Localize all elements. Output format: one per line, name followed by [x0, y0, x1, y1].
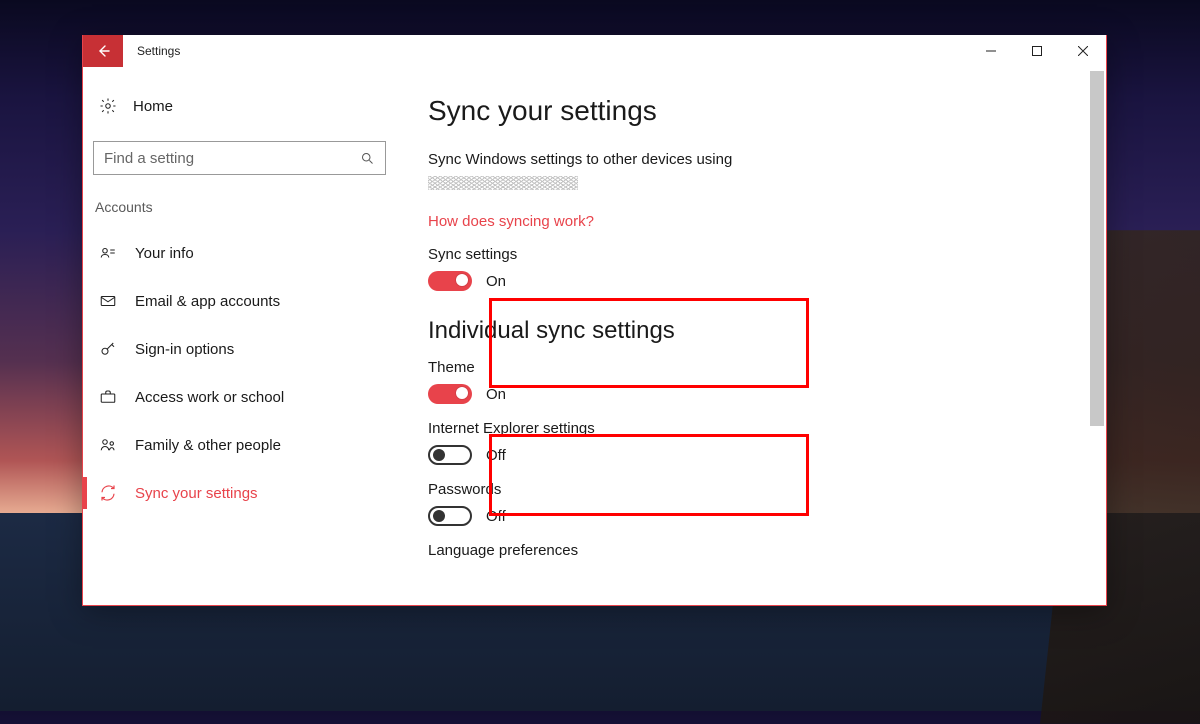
ie-settings-label: Internet Explorer settings — [428, 420, 1066, 437]
sidebar-item-label: Sign-in options — [135, 341, 234, 358]
sync-settings-state: On — [486, 273, 506, 290]
sidebar: Home Find a setting Accounts Your info — [83, 67, 408, 605]
window-title: Settings — [123, 35, 194, 67]
close-icon — [1078, 46, 1088, 56]
theme-toggle[interactable] — [428, 384, 472, 404]
theme-state: On — [486, 386, 506, 403]
individual-heading: Individual sync settings — [428, 317, 1066, 345]
sidebar-item-sync-settings[interactable]: Sync your settings — [93, 469, 408, 517]
sidebar-section-label: Accounts — [93, 199, 408, 229]
sidebar-item-label: Access work or school — [135, 389, 284, 406]
search-placeholder: Find a setting — [104, 150, 352, 167]
sidebar-item-access-work-school[interactable]: Access work or school — [93, 373, 408, 421]
close-button[interactable] — [1060, 35, 1106, 67]
sync-settings-label: Sync settings — [428, 246, 1066, 263]
settings-window: Settings Home — [82, 35, 1107, 606]
mail-icon — [99, 292, 117, 310]
home-nav[interactable]: Home — [93, 91, 408, 121]
sidebar-item-label: Email & app accounts — [135, 293, 280, 310]
ie-settings-state: Off — [486, 447, 506, 464]
sync-settings-toggle[interactable] — [428, 271, 472, 291]
sidebar-item-label: Your info — [135, 245, 194, 262]
ie-settings-toggle[interactable] — [428, 445, 472, 465]
back-button[interactable] — [83, 35, 123, 67]
sidebar-item-label: Sync your settings — [135, 485, 258, 502]
sidebar-item-your-info[interactable]: Your info — [93, 229, 408, 277]
sidebar-nav: Your info Email & app accounts Sign-in o… — [93, 229, 408, 517]
passwords-toggle[interactable] — [428, 506, 472, 526]
sync-description: Sync Windows settings to other devices u… — [428, 149, 1066, 170]
sidebar-item-email-accounts[interactable]: Email & app accounts — [93, 277, 408, 325]
briefcase-icon — [99, 388, 117, 406]
home-label: Home — [133, 98, 173, 115]
account-email-redacted — [428, 176, 578, 190]
language-preferences-label: Language preferences — [428, 542, 1066, 559]
people-icon — [99, 436, 117, 454]
sidebar-item-label: Family & other people — [135, 437, 281, 454]
gear-icon — [99, 97, 117, 115]
search-icon — [360, 151, 375, 166]
minimize-icon — [986, 46, 996, 56]
key-icon — [99, 340, 117, 358]
passwords-block: Passwords Off — [428, 481, 1066, 526]
theme-label: Theme — [428, 359, 1066, 376]
sidebar-item-family[interactable]: Family & other people — [93, 421, 408, 469]
maximize-icon — [1032, 46, 1042, 56]
passwords-label: Passwords — [428, 481, 1066, 498]
help-link[interactable]: How does syncing work? — [428, 213, 1066, 230]
sync-icon — [99, 484, 117, 502]
page-heading: Sync your settings — [428, 95, 1066, 127]
ie-settings-block: Internet Explorer settings Off — [428, 420, 1066, 465]
sidebar-item-signin-options[interactable]: Sign-in options — [93, 325, 408, 373]
person-card-icon — [99, 244, 117, 262]
maximize-button[interactable] — [1014, 35, 1060, 67]
vertical-scrollbar[interactable] — [1090, 71, 1104, 426]
sync-settings-block: Sync settings On — [428, 246, 1066, 291]
minimize-button[interactable] — [968, 35, 1014, 67]
title-bar: Settings — [83, 35, 1106, 67]
theme-block: Theme On — [428, 359, 1066, 404]
search-input[interactable]: Find a setting — [93, 141, 386, 175]
arrow-left-icon — [95, 43, 111, 59]
main-content: Sync your settings Sync Windows settings… — [408, 67, 1106, 605]
passwords-state: Off — [486, 508, 506, 525]
